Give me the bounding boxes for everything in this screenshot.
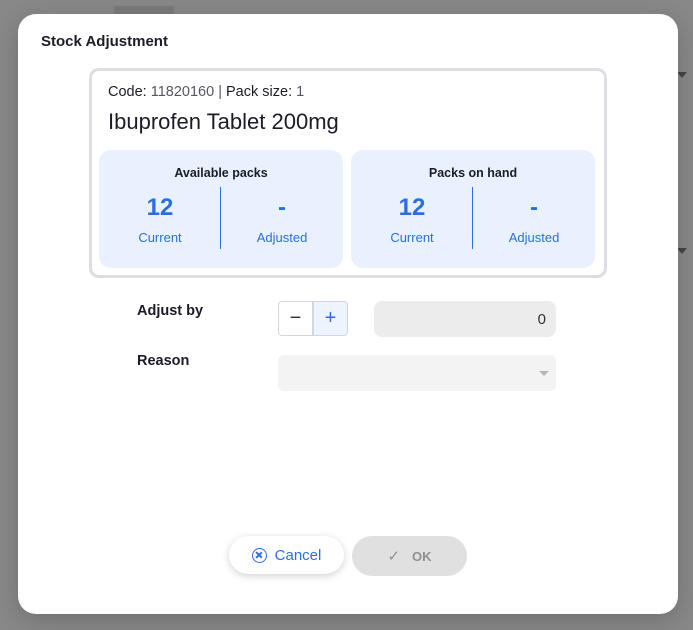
adjust-by-input[interactable] bbox=[374, 301, 556, 337]
reason-select[interactable] bbox=[278, 355, 556, 391]
stat-current-value: 12 bbox=[398, 194, 426, 221]
ok-button[interactable]: ✓ OK bbox=[352, 536, 467, 576]
increment-button[interactable]: + bbox=[313, 301, 348, 336]
stat-title: Available packs bbox=[174, 166, 268, 180]
pack-size-label: Pack size: bbox=[226, 84, 293, 100]
stat-adjusted-value: - bbox=[278, 194, 286, 221]
pack-size-value: 1 bbox=[296, 84, 305, 100]
stat-current-label: Current bbox=[390, 230, 434, 245]
stat-adjusted-value: - bbox=[530, 194, 538, 221]
stat-current-label: Current bbox=[138, 230, 182, 245]
chevron-down-icon bbox=[677, 248, 687, 254]
stat-adjusted: - Adjusted bbox=[221, 190, 343, 254]
code-value: 11820160 bbox=[150, 84, 215, 100]
decrement-button[interactable]: − bbox=[278, 301, 313, 336]
adjust-by-label: Adjust by bbox=[137, 303, 204, 319]
stat-adjusted-label: Adjusted bbox=[508, 230, 560, 245]
stat-current-value: 12 bbox=[146, 194, 174, 221]
stat-current: 12 Current bbox=[351, 190, 473, 254]
item-summary-card: Code: 11820160 | Pack size: 1 Ibuprofen … bbox=[89, 68, 607, 278]
stat-adjusted: - Adjusted bbox=[473, 190, 595, 254]
ok-label: OK bbox=[412, 548, 432, 564]
item-meta: Code: 11820160 | Pack size: 1 bbox=[108, 84, 304, 100]
meta-separator: | bbox=[218, 84, 222, 100]
code-label: Code: bbox=[108, 84, 147, 100]
stat-current: 12 Current bbox=[99, 190, 221, 254]
check-icon: ✓ bbox=[387, 548, 401, 565]
cancel-button[interactable]: Cancel bbox=[229, 536, 344, 574]
chevron-down-icon bbox=[539, 371, 549, 376]
available-packs-panel: Available packs 12 Current - Adjusted bbox=[99, 150, 343, 268]
close-circle-icon bbox=[251, 547, 267, 563]
cancel-label: Cancel bbox=[274, 546, 322, 564]
stat-adjusted-label: Adjusted bbox=[256, 230, 308, 245]
chevron-down-icon bbox=[677, 72, 687, 78]
stock-adjustment-dialog: Stock Adjustment Code: 11820160 | Pack s… bbox=[18, 14, 678, 614]
reason-label: Reason bbox=[137, 353, 190, 369]
item-name: Ibuprofen Tablet 200mg bbox=[108, 109, 339, 134]
stat-title: Packs on hand bbox=[428, 166, 518, 180]
dialog-title: Stock Adjustment bbox=[41, 33, 168, 50]
packs-on-hand-panel: Packs on hand 12 Current - Adjusted bbox=[351, 150, 595, 268]
